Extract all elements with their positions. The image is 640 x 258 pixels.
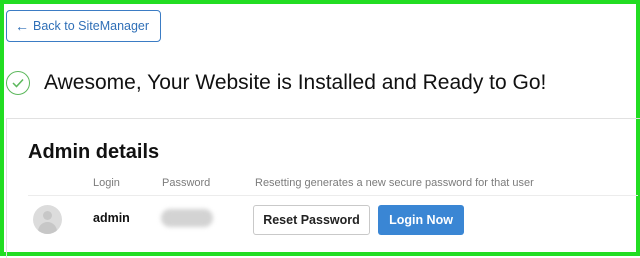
- success-headline: Awesome, Your Website is Installed and R…: [6, 71, 546, 95]
- check-circle-icon: [6, 71, 30, 95]
- admin-details-title: Admin details: [28, 141, 160, 163]
- password-hidden: [161, 209, 213, 227]
- back-to-sitemanager-button[interactable]: ← Back to SiteManager: [6, 10, 161, 42]
- column-header-note: Resetting generates a new secure passwor…: [255, 177, 534, 189]
- headline-text: Awesome, Your Website is Installed and R…: [44, 71, 547, 94]
- login-now-button[interactable]: Login Now: [378, 205, 464, 235]
- reset-password-button[interactable]: Reset Password: [253, 205, 370, 235]
- row-divider: [28, 195, 638, 196]
- admin-login-value: admin: [93, 211, 130, 225]
- column-header-password: Password: [162, 177, 211, 189]
- back-button-label: Back to SiteManager: [33, 19, 150, 33]
- user-avatar-icon: [33, 205, 62, 234]
- arrow-left-icon: ←: [15, 18, 29, 34]
- column-header-login: Login: [93, 177, 120, 189]
